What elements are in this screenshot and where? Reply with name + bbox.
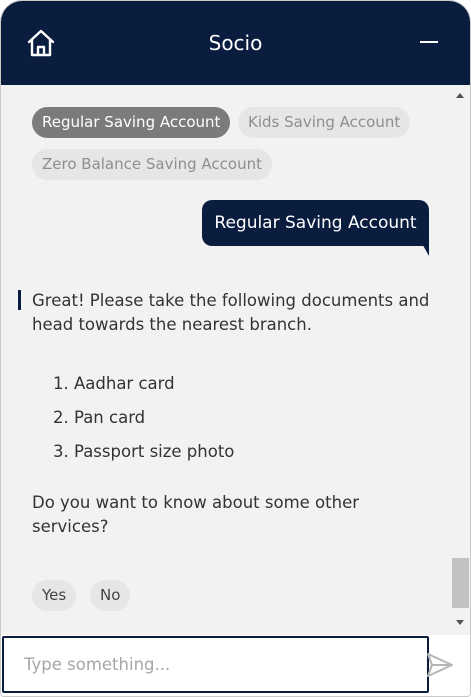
document-list: 1. Aadhar card 2. Pan card 3. Passport s… (53, 367, 234, 469)
message-input-area (1, 635, 470, 696)
chat-messages: Regular Saving Account Kids Saving Accou… (1, 85, 451, 635)
chat-scrollbar[interactable] (451, 85, 470, 635)
chat-header: Socio (1, 1, 470, 85)
bot-message-intro: Great! Please take the following documen… (32, 291, 430, 334)
scroll-down-arrow-icon[interactable] (456, 620, 464, 625)
reply-no-button[interactable]: No (90, 580, 131, 611)
scroll-thumb[interactable] (452, 558, 469, 608)
minimize-icon (420, 41, 438, 43)
chat-widget: Socio Regular Saving Account Kids Saving… (0, 0, 471, 697)
bot-message-indicator (18, 290, 21, 310)
quick-reply-kids-saving[interactable]: Kids Saving Account (238, 107, 411, 138)
scroll-up-arrow-icon[interactable] (456, 93, 464, 98)
message-input[interactable] (2, 636, 429, 693)
minimize-button[interactable] (418, 31, 442, 55)
user-message-tail (420, 240, 429, 256)
send-icon (427, 653, 453, 677)
chat-title: Socio (208, 31, 263, 55)
quick-reply-regular-saving[interactable]: Regular Saving Account (32, 107, 231, 138)
document-item: 3. Passport size photo (53, 442, 235, 461)
bot-question: Do you want to know about some other ser… (32, 493, 360, 536)
user-message: Regular Saving Account (202, 200, 429, 246)
document-item: 2. Pan card (53, 408, 146, 427)
document-item: 1. Aadhar card (53, 374, 175, 393)
quick-reply-zero-balance[interactable]: Zero Balance Saving Account (32, 149, 272, 180)
reply-yes-button[interactable]: Yes (32, 580, 77, 611)
send-button[interactable] (425, 651, 455, 679)
